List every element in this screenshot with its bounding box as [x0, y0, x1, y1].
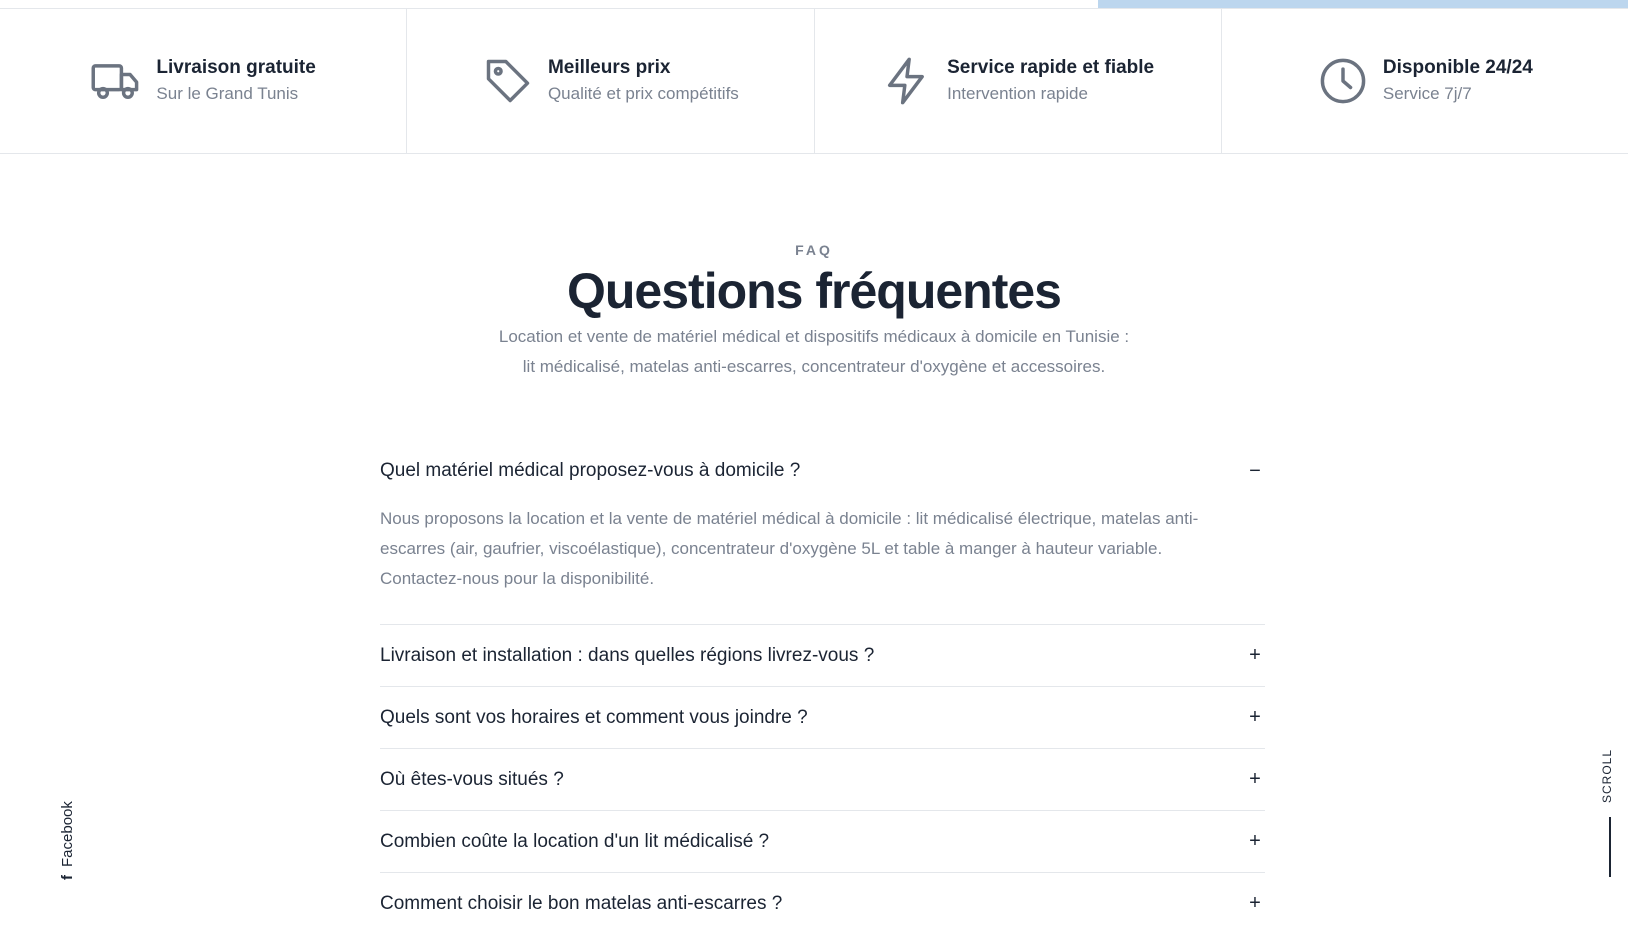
feature-title: Livraison gratuite	[156, 57, 316, 78]
feature-best-prices: Meilleurs prix Qualité et prix compétiti…	[407, 9, 815, 153]
feature-available-24-24: Disponible 24/24 Service 7j/7	[1222, 9, 1628, 153]
faq-answer: Nous proposons la location et la vente d…	[380, 509, 1199, 588]
feature-title: Service rapide et fiable	[947, 57, 1155, 78]
faq-lead-line: Location et vente de matériel médical et…	[498, 327, 1130, 346]
features-strip: Livraison gratuite Sur le Grand Tunis Me…	[0, 9, 1628, 154]
faq-question: Livraison et installation : dans quelles…	[380, 644, 875, 666]
faq-lead: Location et vente de matériel médical et…	[0, 322, 1628, 382]
faq-item: Où êtes-vous situés ? +	[380, 749, 1265, 811]
plus-icon[interactable]: +	[1245, 706, 1265, 729]
faq-question: Quel matériel médical proposez-vous à do…	[380, 460, 801, 481]
facebook-link-rotated: f Facebook	[59, 801, 76, 880]
feature-subtitle: Qualité et prix compétitifs	[547, 84, 739, 103]
faq-question-button[interactable]: Livraison et installation : dans quelles…	[380, 625, 1265, 686]
feature-title: Meilleurs prix	[547, 57, 671, 78]
plus-icon[interactable]: +	[1245, 892, 1265, 915]
scroll-indicator[interactable]: SCROLL	[1598, 749, 1622, 877]
faq-question: Quels sont vos horaires et comment vous …	[380, 706, 808, 728]
feature-subtitle: Sur le Grand Tunis	[156, 84, 299, 103]
faq-item: Quels sont vos horaires et comment vous …	[380, 687, 1265, 749]
minus-icon[interactable]: −	[1245, 460, 1265, 483]
faq-title: Questions fréquentes	[567, 263, 1062, 319]
faq-eyebrow: FAQ	[795, 242, 833, 258]
truck-icon	[90, 55, 142, 107]
feature-subtitle: Service 7j/7	[1382, 84, 1472, 103]
faq-question-button[interactable]: Comment choisir le bon matelas anti-esca…	[380, 873, 1265, 934]
feature-free-delivery: Livraison gratuite Sur le Grand Tunis	[0, 9, 408, 153]
faq-question-button[interactable]: Où êtes-vous situés ? +	[380, 749, 1265, 810]
plus-icon[interactable]: +	[1245, 830, 1265, 853]
faq-question-button[interactable]: Combien coûte la location d'un lit médic…	[380, 811, 1265, 872]
faq-question-button[interactable]: Quel matériel médical proposez-vous à do…	[380, 448, 1265, 504]
plus-icon[interactable]: +	[1245, 644, 1265, 667]
faq-lead-line: lit médicalisé, matelas anti-escarres, c…	[522, 357, 1106, 376]
scroll-label: SCROLL	[1600, 748, 1614, 803]
scroll-line	[1609, 817, 1611, 877]
lightning-icon	[881, 55, 933, 107]
top-progress-bar	[0, 0, 1628, 9]
faq-item: Comment choisir le bon matelas anti-esca…	[380, 873, 1265, 934]
clock-icon	[1317, 55, 1369, 107]
faq-item: Combien coûte la location d'un lit médic…	[380, 811, 1265, 873]
feature-subtitle: Intervention rapide	[947, 84, 1088, 103]
facebook-icon: f	[59, 875, 76, 880]
faq-accordion: Quel matériel médical proposez-vous à do…	[380, 448, 1265, 934]
faq-item: Livraison et installation : dans quelles…	[380, 625, 1265, 687]
faq-item: Quel matériel médical proposez-vous à do…	[380, 448, 1265, 625]
feature-fast-service: Service rapide et fiable Intervention ra…	[815, 9, 1222, 153]
faq-question: Comment choisir le bon matelas anti-esca…	[380, 892, 783, 914]
faq-question: Combien coûte la location d'un lit médic…	[380, 830, 770, 852]
feature-title: Disponible 24/24	[1382, 57, 1533, 78]
plus-icon[interactable]: +	[1245, 768, 1265, 791]
facebook-link[interactable]: f Facebook	[55, 780, 85, 880]
faq-question: Où êtes-vous situés ?	[380, 768, 564, 790]
faq-question-button[interactable]: Quels sont vos horaires et comment vous …	[380, 687, 1265, 748]
facebook-label: Facebook	[59, 801, 76, 867]
top-accent-bar	[1098, 0, 1628, 8]
price-tag-icon	[482, 55, 534, 107]
